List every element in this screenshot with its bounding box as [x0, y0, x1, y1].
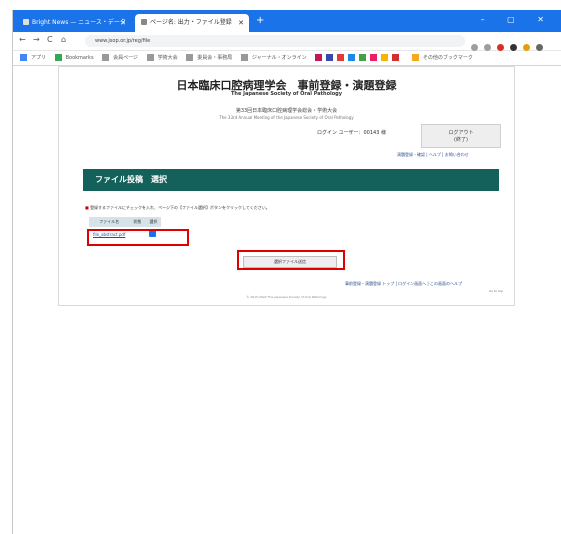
- bookmark-icon[interactable]: [392, 54, 400, 61]
- column-header: ファイル名: [89, 217, 130, 227]
- tab-label: ページ名: 出力・ファイル登録: [150, 19, 232, 26]
- meeting-title-en: The 33rd Annual Meeting of the Japanese …: [219, 115, 354, 120]
- login-status: ログイン ユーザー：00143 様: [317, 130, 386, 136]
- forward-button[interactable]: →: [33, 35, 40, 44]
- bookmark-item[interactable]: 会員ページ: [102, 51, 138, 65]
- meeting-title: 第33回日本臨床口腔病理学会総会・学術大会: [235, 108, 338, 114]
- section-heading: ファイル投稿 選択: [83, 169, 499, 191]
- bookmark-icon[interactable]: [315, 54, 323, 61]
- site-subtitle: The Japanese Society of Oral Pathology: [230, 91, 342, 97]
- folder-icon: [146, 54, 154, 61]
- new-tab-button[interactable]: +: [256, 14, 264, 28]
- reload-button[interactable]: C: [47, 35, 53, 44]
- tab-registration[interactable]: ページ名: 出力・ファイル登録 ✕: [135, 14, 249, 32]
- bookmark-icon[interactable]: [348, 54, 356, 61]
- bookmark-icon[interactable]: [370, 54, 378, 61]
- address-bar[interactable]: www.jsop.or.jp/reg/file: [85, 35, 465, 47]
- header-links[interactable]: 演題登録・確認 | ヘルプ | お問い合わせ: [397, 152, 469, 158]
- back-button[interactable]: ←: [19, 35, 26, 44]
- folder-icon: [186, 54, 194, 61]
- bookmarks-bar: アプリ Bookmarks 会員ページ 学術大会 委員会・事務局 ジャーナル・オ…: [13, 51, 561, 66]
- table-header-row: ファイル名 状態 選択: [89, 217, 162, 227]
- apps-icon: [20, 54, 27, 61]
- folder-icon: [411, 54, 419, 61]
- bookmark-item[interactable]: アプリ: [20, 51, 46, 65]
- footer-links[interactable]: 事前登録・演題登録 トップ | ログイン画面へ | この画面のヘルプ: [345, 281, 462, 287]
- window-controls[interactable]: – ▢ ✕: [481, 15, 554, 24]
- instruction-text: ■ 登録するファイルにチェックを入れ、ページ下の【ファイル選択】ボタンをクリック…: [85, 205, 270, 210]
- bookmark-item[interactable]: 学術大会: [146, 51, 178, 65]
- go-top-link[interactable]: Go to top: [489, 289, 503, 293]
- tab-label: Bright News — ニュース・データ: [32, 19, 126, 26]
- column-header: 選択: [145, 217, 162, 227]
- profile-icon[interactable]: [523, 44, 530, 51]
- extension-icon[interactable]: [484, 44, 491, 51]
- extension-icon[interactable]: [471, 44, 478, 51]
- close-tab-icon[interactable]: ✕: [120, 14, 126, 32]
- bookmark-item[interactable]: ジャーナル・オンライン: [240, 51, 307, 65]
- bookmark-icon[interactable]: [359, 54, 367, 61]
- extension-icon[interactable]: [497, 44, 504, 51]
- menu-icon[interactable]: [536, 44, 543, 51]
- browser-toolbar: ← → C ⌂ www.jsop.or.jp/reg/file: [13, 32, 561, 51]
- page-content: 日本臨床口腔病理学会 事前登録・演題登録 The Japanese Societ…: [58, 66, 515, 306]
- tab-news[interactable]: Bright News — ニュース・データ ✕: [17, 14, 131, 32]
- favicon-icon: [23, 19, 29, 25]
- star-icon[interactable]: [510, 44, 517, 51]
- bookmark-item[interactable]: 委員会・事務局: [186, 51, 232, 65]
- bullet-icon: ■: [85, 205, 89, 210]
- tab-bar: Bright News — ニュース・データ ✕ ページ名: 出力・ファイル登録…: [13, 10, 561, 32]
- highlight-box: [237, 250, 345, 270]
- bookmark-item[interactable]: Bookmarks: [54, 51, 94, 65]
- bookmark-icon: [54, 54, 62, 61]
- bookmark-icon[interactable]: [381, 54, 389, 61]
- logout-button[interactable]: ログアウト (終了): [421, 124, 501, 148]
- bookmark-icon[interactable]: [326, 54, 334, 61]
- highlight-box: [87, 229, 189, 246]
- column-header: 状態: [129, 217, 146, 227]
- close-tab-icon[interactable]: ✕: [238, 14, 244, 32]
- bookmark-icon[interactable]: [337, 54, 345, 61]
- folder-icon: [102, 54, 110, 61]
- folder-icon: [240, 54, 248, 61]
- copyright: © 2015-2022 The Japanese Society of Oral…: [246, 295, 327, 299]
- other-bookmarks[interactable]: その他のブックマーク: [411, 51, 473, 65]
- bookmark-colored-icons: [315, 51, 403, 65]
- favicon-icon: [141, 19, 147, 25]
- home-button[interactable]: ⌂: [61, 35, 66, 44]
